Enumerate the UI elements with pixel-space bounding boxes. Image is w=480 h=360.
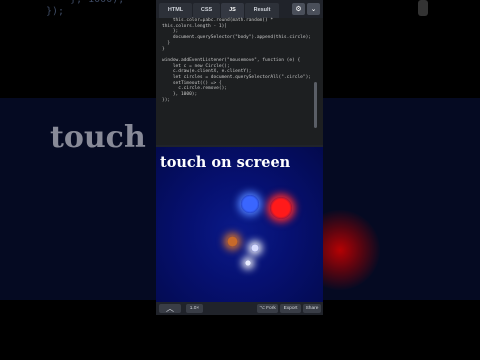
red-circle [270,197,292,219]
tab-html[interactable]: HTML [159,3,192,18]
editor-scrollbar[interactable] [314,82,317,128]
code-editor-frame: HTML CSS JS Result ⚙ ⌄ this.color=pabc.r… [156,0,323,315]
code-line: document.querySelector("body").append(th… [162,35,312,41]
code-line: }); [162,97,171,103]
chevron-up-icon[interactable]: ︿ [159,304,181,313]
background-left [0,0,156,360]
gear-icon[interactable]: ⚙ [292,3,305,15]
result-preview[interactable]: touch on screen [156,147,323,302]
editor-tabs: HTML CSS JS Result ⚙ ⌄ [156,0,323,18]
background-right [323,0,480,360]
code-lines: this.color=pabc.round(math.random() * thi… [162,18,311,104]
fork-button[interactable]: ⌥ Fork [257,304,278,313]
orange-circle [227,236,238,247]
blue-circle [241,195,259,213]
background-scroll-mark [418,0,428,16]
tab-css[interactable]: CSS [193,3,220,18]
bottom-toolbar: ︿ 1.0× ⌥ Fork Export Share [156,302,323,315]
tab-result[interactable]: Result [245,3,279,18]
background-code-text: }, 1000); }); [46,0,124,17]
export-button[interactable]: Export [280,304,301,313]
small-white-circle [245,260,251,266]
js-code-editor[interactable]: this.color=pabc.round(math.random() * thi… [156,18,323,145]
code-line: window.addEventListener("mousemove", fun… [162,57,301,63]
chevron-down-icon[interactable]: ⌄ [307,3,320,15]
share-button[interactable]: Share [303,304,321,313]
light-circle [251,244,259,252]
tab-js[interactable]: JS [221,3,244,18]
zoom-button[interactable]: 1.0× [186,304,203,313]
result-title: touch on screen [160,154,291,171]
background-big-text: touch [50,120,146,155]
code-line: let circles = document.querySelectorAll(… [162,75,312,81]
